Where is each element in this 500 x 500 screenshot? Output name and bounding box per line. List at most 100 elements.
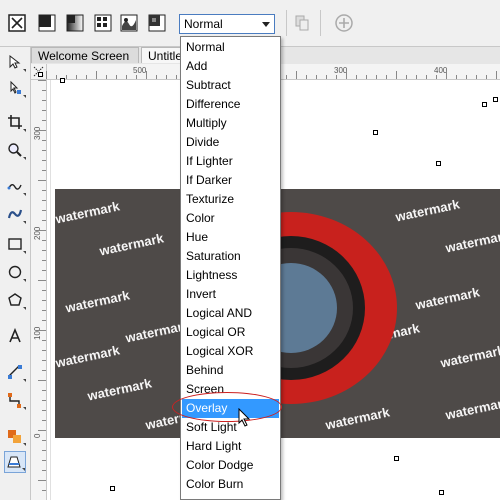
merge-mode-select[interactable]: Normal: [179, 14, 275, 34]
artistic-media-tool-icon[interactable]: [4, 203, 26, 225]
merge-mode-option-saturation[interactable]: Saturation: [182, 247, 279, 266]
merge-mode-option-normal[interactable]: Normal: [182, 38, 279, 57]
merge-mode-option-hard-light[interactable]: Hard Light: [182, 437, 279, 456]
ruler-tick: [42, 150, 46, 151]
transparency-tool-icon[interactable]: [4, 451, 26, 473]
pick-tool-icon[interactable]: [4, 51, 26, 73]
interactive-fill-icon[interactable]: [4, 425, 26, 447]
ruler-tick: [38, 130, 46, 131]
ruler-tick: [42, 370, 46, 371]
shape-tool-icon[interactable]: [4, 77, 26, 99]
ruler-tick: [42, 90, 46, 91]
ruler-tick: [42, 140, 46, 141]
selection-handle[interactable]: [439, 490, 444, 495]
ruler-tick: [42, 350, 46, 351]
ruler-tick: [356, 75, 357, 79]
ruler-tick: [386, 75, 387, 79]
transparency-pattern-icon[interactable]: [92, 12, 114, 34]
ruler-tick: [316, 75, 317, 79]
merge-mode-option-logical-or[interactable]: Logical OR: [182, 323, 279, 342]
ruler-tick: [336, 75, 337, 79]
ruler-tick: [42, 260, 46, 261]
merge-mode-option-lightness[interactable]: Lightness: [182, 266, 279, 285]
copy-transparency-icon[interactable]: [291, 12, 313, 34]
flyout-arrow-icon: [23, 279, 26, 282]
merge-mode-option-logical-and[interactable]: Logical AND: [182, 304, 279, 323]
ruler-label: 500: [133, 66, 147, 75]
ruler-tick: [146, 71, 147, 79]
selection-handle[interactable]: [60, 78, 65, 83]
flyout-arrow-icon: [23, 69, 26, 72]
selection-handle[interactable]: [482, 102, 487, 107]
merge-mode-option-color-dodge[interactable]: Color Dodge: [182, 456, 279, 475]
tab-welcome-screen[interactable]: Welcome Screen: [31, 47, 139, 63]
rectangle-tool-icon[interactable]: [4, 233, 26, 255]
ruler-tick: [396, 71, 397, 79]
ruler-tick: [446, 71, 447, 79]
merge-mode-option-add[interactable]: Add: [182, 57, 279, 76]
merge-mode-option-if-darker[interactable]: If Darker: [182, 171, 279, 190]
freehand-tool-icon[interactable]: [4, 175, 26, 197]
watermark-text: watermark: [394, 196, 461, 225]
merge-mode-option-color[interactable]: Color: [182, 209, 279, 228]
selection-handle[interactable]: [394, 456, 399, 461]
ruler-tick: [436, 75, 437, 79]
dimension-tool-icon[interactable]: [4, 361, 26, 383]
merge-mode-option-subtract[interactable]: Subtract: [182, 76, 279, 95]
flyout-arrow-icon: [22, 468, 25, 471]
watermark-text: watermark: [439, 342, 500, 371]
merge-mode-dropdown: Normal Add Subtract Difference Multiply Divid…: [180, 36, 281, 500]
ruler-tick: [116, 75, 117, 79]
polygon-tool-icon[interactable]: [4, 289, 26, 311]
ruler-tick: [42, 300, 46, 301]
merge-mode-option-difference[interactable]: Difference: [182, 95, 279, 114]
ellipse-tool-icon[interactable]: [4, 261, 26, 283]
merge-mode-option-if-lighter[interactable]: If Lighter: [182, 152, 279, 171]
zoom-tool-icon[interactable]: [4, 139, 26, 161]
ruler-tick: [416, 75, 417, 79]
merge-mode-option-multiply[interactable]: Multiply: [182, 114, 279, 133]
merge-mode-option-divide[interactable]: Divide: [182, 133, 279, 152]
plus-circle-icon[interactable]: [333, 12, 355, 34]
ruler-tick: [486, 75, 487, 79]
ruler-tick: [42, 320, 46, 321]
merge-mode-option-hue[interactable]: Hue: [182, 228, 279, 247]
transparency-uniform-icon[interactable]: [36, 12, 58, 34]
transparency-texture-icon[interactable]: [118, 12, 140, 34]
ruler-tick: [38, 430, 46, 431]
ruler-tick: [42, 340, 46, 341]
watermark-text: watermark: [55, 198, 121, 227]
ruler-tick: [42, 160, 46, 161]
selection-handle[interactable]: [436, 161, 441, 166]
crop-tool-icon[interactable]: [4, 111, 26, 133]
merge-mode-option-color-burn[interactable]: Color Burn: [182, 475, 279, 494]
flyout-arrow-icon: [23, 157, 26, 160]
ruler-tick: [466, 75, 467, 79]
transparency-bitmap-icon[interactable]: [146, 12, 168, 34]
flyout-arrow-icon: [23, 129, 26, 132]
ruler-tick: [38, 180, 46, 181]
ruler-tick: [42, 440, 46, 441]
connector-tool-icon[interactable]: [4, 389, 26, 411]
ruler-tick: [42, 470, 46, 471]
merge-mode-option-logical-xor[interactable]: Logical XOR: [182, 342, 279, 361]
text-tool-icon[interactable]: [4, 325, 26, 347]
transparency-fountain-icon[interactable]: [64, 12, 86, 34]
ruler-tick: [42, 220, 46, 221]
ruler-tick: [38, 280, 46, 281]
ruler-tick: [456, 75, 457, 79]
ruler-tick: [38, 480, 46, 481]
selection-handle[interactable]: [110, 486, 115, 491]
transparency-none-icon[interactable]: [6, 12, 28, 34]
selection-handle[interactable]: [38, 72, 43, 77]
selection-handle[interactable]: [373, 130, 378, 135]
watermark-text: watermark: [444, 394, 500, 423]
selection-handle[interactable]: [493, 97, 498, 102]
merge-mode-option-behind[interactable]: Behind: [182, 361, 279, 380]
ruler-tick: [38, 230, 46, 231]
merge-mode-option-texturize[interactable]: Texturize: [182, 190, 279, 209]
merge-mode-option-invert[interactable]: Invert: [182, 285, 279, 304]
ruler-tick: [306, 75, 307, 79]
ruler-tick: [366, 75, 367, 79]
watermark-text: watermark: [324, 404, 391, 433]
